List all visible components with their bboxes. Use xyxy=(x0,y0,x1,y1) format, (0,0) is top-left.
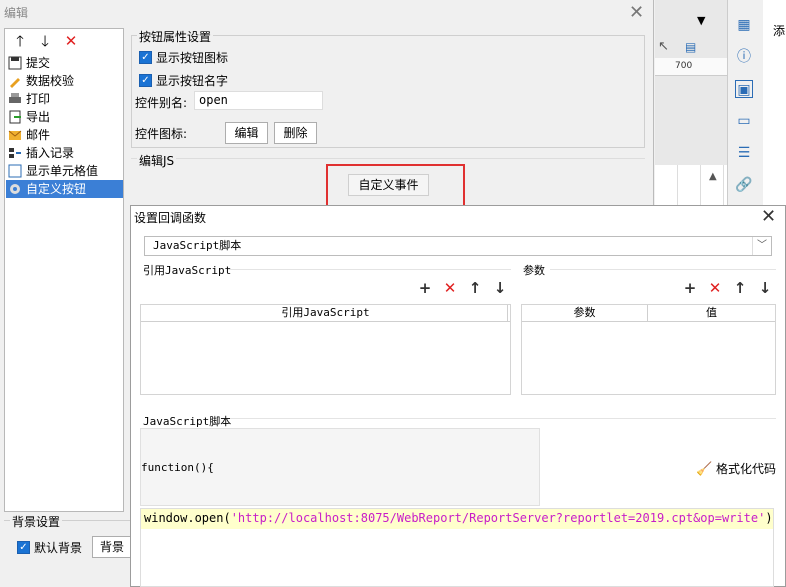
move-down-ref-js-icon[interactable]: ↓ xyxy=(492,280,508,296)
add-ref-js-icon[interactable]: + xyxy=(417,280,433,296)
list-item-custom-button[interactable]: 自定义按钮 xyxy=(6,180,123,198)
delete-param-icon[interactable]: ✕ xyxy=(707,280,723,296)
cell-icon xyxy=(8,164,22,178)
list-item-export[interactable]: 导出 xyxy=(6,108,123,126)
list-item-validate[interactable]: 数据校验 xyxy=(6,72,123,90)
gear-icon xyxy=(10,184,20,194)
ref-js-table[interactable]: 引用JavaScript xyxy=(140,304,511,395)
list-item-print[interactable]: 打印 xyxy=(6,90,123,108)
params-section-title: 参数 xyxy=(523,264,545,277)
delete-ref-js-icon[interactable]: ✕ xyxy=(442,280,458,296)
table-layout-icon[interactable]: ▦ xyxy=(735,16,753,34)
button-type-list: 🡑 🡓 ✕ 提交 数据校验 打印 导出 邮件 插入记录 显示单元格值 自定义按钮 xyxy=(4,28,124,512)
info-icon[interactable]: ⓘ xyxy=(735,48,753,66)
default-background-checkbox[interactable]: ✓ xyxy=(17,541,30,554)
format-code-label: 格式化代码 xyxy=(716,462,777,476)
code-prefix: window.open( xyxy=(144,511,231,525)
ruler-value: 700 xyxy=(675,61,693,71)
broom-icon: 🧹 xyxy=(696,462,713,477)
pointer-icon[interactable]: ↖ xyxy=(658,39,669,54)
ref-js-divider xyxy=(228,269,511,270)
page-icon[interactable]: ▤ xyxy=(685,40,696,54)
show-icon-checkbox[interactable]: ✓ xyxy=(139,51,152,64)
move-up-param-icon[interactable]: ↑ xyxy=(732,280,748,296)
select-icon[interactable]: ▣ xyxy=(735,80,753,98)
icon-label: 控件图标: xyxy=(135,127,188,141)
list-item-label: 打印 xyxy=(26,92,51,106)
callback-dialog-close-icon[interactable]: ✕ xyxy=(761,206,776,227)
language-select[interactable]: JavaScript脚本 xyxy=(144,236,772,256)
params-table[interactable]: 参数 值 xyxy=(521,304,776,395)
params-divider xyxy=(550,269,776,270)
show-name-label: 显示按钮名字 xyxy=(156,74,229,88)
side-text: 添 xyxy=(773,24,786,38)
save-icon xyxy=(8,56,22,70)
edit-js-title: 编辑JS xyxy=(137,152,177,169)
function-header: function(){ xyxy=(141,461,214,474)
list-item-label: 导出 xyxy=(26,110,51,124)
ref-js-section-title: 引用JavaScript xyxy=(143,264,232,277)
move-down-param-icon[interactable]: ↓ xyxy=(757,280,773,296)
ruler: 700 xyxy=(655,58,727,76)
filter-icon[interactable]: ▼ xyxy=(697,14,705,27)
code-line[interactable]: window.open('http://localhost:8075/WebRe… xyxy=(141,509,773,529)
ref-js-column-header: 引用JavaScript xyxy=(141,305,510,322)
chevron-down-icon[interactable]: ﹀ xyxy=(752,237,771,255)
code-suffix: ) xyxy=(765,511,773,525)
alias-input[interactable]: open xyxy=(194,91,323,110)
script-divider xyxy=(230,418,776,419)
dropdown-widget-icon[interactable]: ▭ xyxy=(735,112,753,130)
delete-icon-button[interactable]: 删除 xyxy=(274,122,317,144)
list-item-show-cell-value[interactable]: 显示单元格值 xyxy=(6,162,123,180)
value-column-header: 值 xyxy=(706,306,717,319)
background-button[interactable]: 背景设 xyxy=(92,536,132,558)
list-item-insert-record[interactable]: 插入记录 xyxy=(6,144,123,162)
highlight-annotation xyxy=(326,164,465,208)
edit-dialog-close-icon[interactable]: ✕ xyxy=(629,2,644,23)
move-down-icon[interactable]: 🡓 xyxy=(36,32,54,50)
show-name-checkbox[interactable]: ✓ xyxy=(139,74,152,87)
add-param-icon[interactable]: + xyxy=(682,280,698,296)
list-item-submit[interactable]: 提交 xyxy=(6,54,123,72)
callback-dialog-title: 设置回调函数 xyxy=(134,211,207,225)
default-background-label: 默认背景 xyxy=(34,541,83,555)
param-column-header: 参数 xyxy=(522,305,648,321)
move-up-icon[interactable]: 🡑 xyxy=(11,32,29,50)
delete-icon[interactable]: ✕ xyxy=(62,32,80,50)
list-item-mail[interactable]: 邮件 xyxy=(6,126,123,144)
list-item-label: 显示单元格值 xyxy=(26,164,99,178)
move-up-ref-js-icon[interactable]: ↑ xyxy=(467,280,483,296)
export-icon xyxy=(9,110,21,124)
background-group-title: 背景设置 xyxy=(10,513,63,530)
scroll-up-icon[interactable]: ▲ xyxy=(709,171,717,182)
list-item-label: 自定义按钮 xyxy=(26,182,87,196)
format-code-button[interactable]: 🧹 格式化代码 xyxy=(696,460,776,477)
edit-dialog-title: 编辑 xyxy=(4,6,29,20)
list-item-label: 插入记录 xyxy=(26,146,75,160)
list-item-label: 邮件 xyxy=(26,128,51,142)
alias-label: 控件别名: xyxy=(135,96,188,110)
edit-icon-button[interactable]: 编辑 xyxy=(225,122,268,144)
list-item-label: 提交 xyxy=(26,56,51,70)
mail-icon xyxy=(8,130,22,140)
show-icon-label: 显示按钮图标 xyxy=(156,51,229,65)
link-icon[interactable]: 🔗 xyxy=(735,176,753,194)
insert-record-icon xyxy=(9,148,21,158)
code-string: 'http://localhost:8075/WebReport/ReportS… xyxy=(230,511,766,525)
printer-icon xyxy=(9,93,21,103)
pencil-icon xyxy=(10,78,20,88)
list-item-label: 数据校验 xyxy=(26,74,75,88)
script-section-title: JavaScript脚本 xyxy=(143,415,232,428)
params-table-header: 参数 值 xyxy=(522,305,775,322)
list-widget-icon[interactable]: ☰ xyxy=(735,144,753,162)
button-properties-title: 按钮属性设置 xyxy=(137,28,214,45)
